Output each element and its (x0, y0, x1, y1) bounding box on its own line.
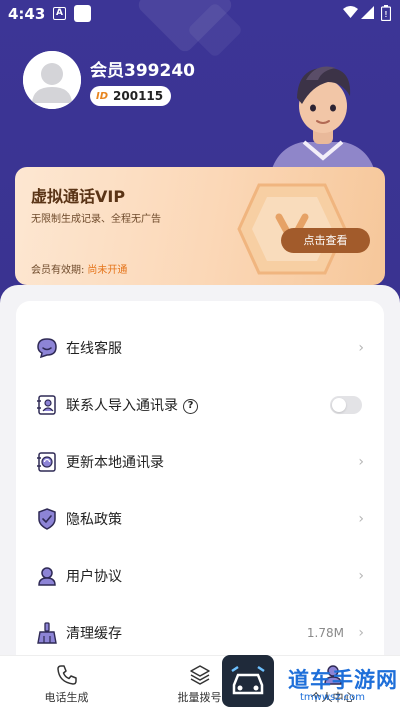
vip-title: 虚拟通话VIP (31, 187, 126, 206)
menu-item-online-service[interactable]: 在线客服 › (16, 320, 384, 376)
battery-icon: ! (381, 5, 391, 21)
notification-app-icon (74, 5, 91, 22)
chevron-right-icon: › (358, 625, 364, 641)
contact-book-icon (37, 395, 56, 415)
character-illustration (270, 66, 376, 176)
watermark-text: 道车手游网 (288, 668, 398, 692)
watermark-logo (222, 655, 274, 707)
broom-icon (37, 622, 57, 644)
help-icon[interactable]: ? (183, 399, 198, 414)
menu-item-label: 用户协议 (66, 569, 122, 585)
vip-card[interactable]: 虚拟通话VIP 无限制生成记录、全程无广告 会员有效期: 尚未开通 (15, 167, 385, 285)
layers-icon (189, 665, 210, 685)
menu-item-privacy-policy[interactable]: 隐私政策 › (16, 491, 384, 547)
menu-item-import-contacts[interactable]: 联系人导入通讯录? (16, 377, 384, 433)
notification-a-icon: A (53, 7, 66, 20)
signal-icon (361, 6, 374, 19)
status-bar: 4:43 A ! (0, 0, 400, 28)
refresh-book-icon (37, 452, 56, 472)
toggle-knob (332, 398, 346, 412)
user-id-number: 200115 (113, 89, 164, 103)
id-tag: ID (96, 90, 109, 102)
menu-item-user-agreement[interactable]: 用户协议 › (16, 548, 384, 604)
vip-description: 无限制生成记录、全程无广告 (31, 214, 161, 225)
chevron-right-icon: › (358, 340, 364, 356)
nav-tab-phone-generate[interactable]: 电话生成 (0, 656, 133, 711)
avatar[interactable] (23, 51, 81, 109)
vip-validity: 会员有效期: 尚未开通 (31, 261, 127, 276)
vip-validity-label: 会员有效期: (31, 265, 85, 276)
settings-menu: 在线客服 › 联系人导入通讯录? 更新本地通讯录 › 隐私政策 › 用户协议 ›… (16, 301, 384, 665)
phone-icon (56, 665, 77, 685)
menu-item-label: 更新本地通讯录 (66, 455, 164, 471)
cache-size: 1.78M (306, 626, 344, 640)
svg-text:!: ! (385, 10, 388, 19)
menu-item-update-contacts[interactable]: 更新本地通讯录 › (16, 434, 384, 490)
chevron-right-icon: › (358, 454, 364, 470)
username: 会员399240 (90, 61, 195, 81)
chat-bubble-icon (37, 338, 57, 359)
view-vip-button[interactable]: 点击查看 (281, 228, 370, 253)
import-contacts-toggle[interactable] (330, 396, 362, 414)
menu-item-clear-cache[interactable]: 清理缓存 1.78M › (16, 605, 384, 661)
profile-screen: 4:43 A ! 会员399240 ID 200115 虚拟通话VIP 无限制生… (0, 0, 400, 711)
chevron-right-icon: › (358, 568, 364, 584)
user-id-badge: ID 200115 (90, 86, 172, 106)
menu-item-label: 清理缓存 (66, 626, 122, 642)
user-icon (38, 567, 56, 586)
default-avatar-icon (23, 51, 81, 109)
menu-item-label-text: 联系人导入通讯录 (66, 398, 178, 414)
nav-label: 电话生成 (44, 691, 89, 704)
shield-check-icon (38, 508, 56, 530)
status-time: 4:43 (8, 5, 46, 23)
watermark-url: tmwwsz.com (300, 692, 366, 703)
wifi-icon (343, 6, 358, 18)
chevron-right-icon: › (358, 511, 364, 527)
menu-item-label: 隐私政策 (66, 512, 122, 528)
menu-item-label: 联系人导入通讯录? (66, 395, 198, 415)
car-logo-icon (231, 665, 265, 695)
vip-validity-status: 尚未开通 (87, 265, 128, 276)
menu-item-label: 在线客服 (66, 341, 122, 357)
